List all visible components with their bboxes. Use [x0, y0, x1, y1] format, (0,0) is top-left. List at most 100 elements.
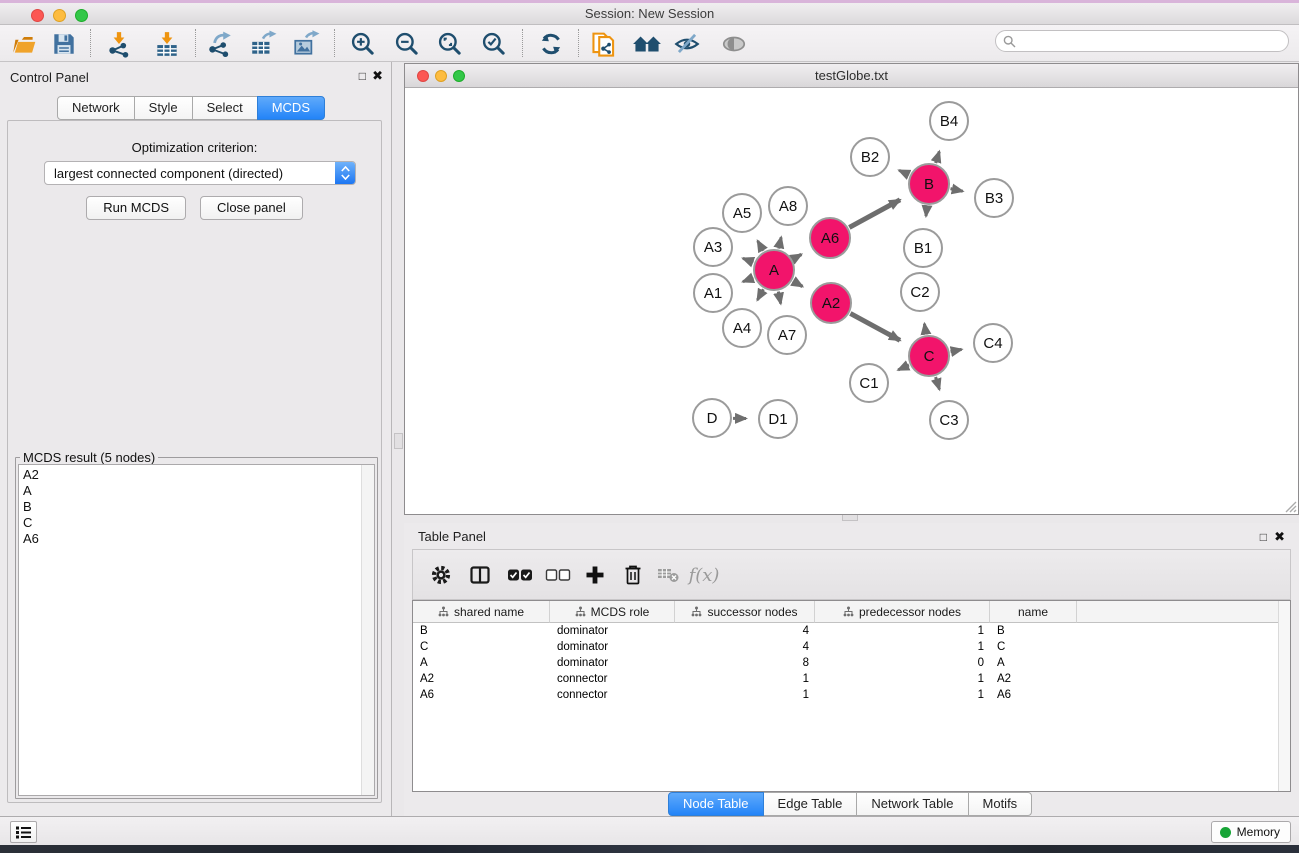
mcds-result-item[interactable]: C: [19, 515, 374, 531]
column-header-shared-name[interactable]: shared name: [413, 601, 550, 623]
table-scrollbar[interactable]: [1278, 601, 1290, 791]
node-A2[interactable]: A2: [811, 283, 851, 323]
node-B[interactable]: B: [909, 164, 949, 204]
export-network-icon[interactable]: [204, 28, 236, 60]
table-row[interactable]: Adominator80A: [413, 655, 1290, 671]
edge-A-A7[interactable]: [778, 292, 780, 304]
node-B1[interactable]: B1: [904, 229, 942, 267]
import-table-icon[interactable]: [151, 28, 183, 60]
node-A1[interactable]: A1: [694, 274, 732, 312]
edge-A-A3[interactable]: [743, 258, 753, 262]
edge-B-B2[interactable]: [899, 170, 909, 175]
zoom-selected-icon[interactable]: [478, 28, 510, 60]
zoom-in-icon[interactable]: [347, 28, 379, 60]
window-resize-grip[interactable]: [1283, 499, 1297, 513]
table-row[interactable]: A2connector11A2: [413, 671, 1290, 687]
node-A6[interactable]: A6: [810, 218, 850, 258]
tab-edge-table[interactable]: Edge Table: [763, 792, 858, 816]
mcds-result-item[interactable]: A: [19, 483, 374, 499]
mcds-result-item[interactable]: A6: [19, 531, 374, 547]
tab-node-table[interactable]: Node Table: [668, 792, 764, 816]
edge-A-A6[interactable]: [793, 254, 801, 259]
column-header-name[interactable]: name: [990, 601, 1077, 623]
zoom-fit-icon[interactable]: [434, 28, 466, 60]
node-B3[interactable]: B3: [975, 179, 1013, 217]
table-row[interactable]: A6connector11A6: [413, 687, 1290, 703]
node-B2[interactable]: B2: [851, 138, 889, 176]
table-row[interactable]: Bdominator41B: [413, 623, 1290, 639]
tab-motifs[interactable]: Motifs: [968, 792, 1033, 816]
hide-graphics-details-icon[interactable]: [671, 28, 703, 60]
edge-A6-B[interactable]: [849, 200, 900, 228]
node-D1[interactable]: D1: [759, 400, 797, 438]
node-A3[interactable]: A3: [694, 228, 732, 266]
edge-A-A8[interactable]: [779, 237, 781, 248]
edge-A-A4[interactable]: [757, 289, 763, 300]
mcds-result-item[interactable]: B: [19, 499, 374, 515]
node-C1[interactable]: C1: [850, 364, 888, 402]
table-close-panel-icon[interactable]: ✖: [1274, 529, 1285, 545]
mcds-result-list[interactable]: A2ABCA6: [18, 464, 375, 796]
column-header-mcds-role[interactable]: MCDS role: [550, 601, 675, 623]
tab-select[interactable]: Select: [192, 96, 258, 120]
edge-C-C1[interactable]: [898, 365, 909, 370]
edge-A-A2[interactable]: [793, 281, 802, 286]
node-C3[interactable]: C3: [930, 401, 968, 439]
deselect-all-checkboxes-icon[interactable]: [543, 560, 573, 590]
node-A7[interactable]: A7: [768, 316, 806, 354]
memory-button[interactable]: Memory: [1211, 821, 1291, 843]
run-mcds-button[interactable]: Run MCDS: [86, 196, 186, 220]
save-session-icon[interactable]: [48, 28, 80, 60]
clone-network-icon[interactable]: [589, 28, 621, 60]
node-A4[interactable]: A4: [723, 309, 761, 347]
column-header-successor-nodes[interactable]: successor nodes: [675, 601, 815, 623]
table-float-panel-icon[interactable]: □: [1260, 530, 1267, 544]
node-table[interactable]: shared nameMCDS rolesuccessor nodesprede…: [412, 600, 1291, 792]
float-panel-icon[interactable]: □: [359, 69, 366, 83]
edge-C-C2[interactable]: [924, 324, 925, 335]
delete-column-icon[interactable]: [618, 560, 648, 590]
import-network-icon[interactable]: [103, 28, 135, 60]
open-session-icon[interactable]: [8, 28, 40, 60]
edge-B-B4[interactable]: [936, 151, 940, 163]
edge-C-C3[interactable]: [936, 377, 940, 389]
mcds-result-scrollbar[interactable]: [361, 465, 374, 795]
network-graph[interactable]: B4 B2 B B3 A8A5 A6 A3 B1 A A1 C2 A2 A4A7 C4 C C1 D D1 C3: [405, 88, 1298, 514]
column-view-icon[interactable]: [465, 560, 495, 590]
edge-B-B3[interactable]: [951, 189, 963, 192]
zoom-out-icon[interactable]: [391, 28, 423, 60]
function-builder-icon[interactable]: f(x): [689, 560, 719, 590]
edge-B-B1[interactable]: [926, 206, 927, 216]
tab-style[interactable]: Style: [134, 96, 193, 120]
task-history-button[interactable]: [10, 821, 37, 843]
home-view-icon[interactable]: [631, 28, 663, 60]
vertical-split-divider[interactable]: [394, 433, 403, 449]
tab-mcds[interactable]: MCDS: [257, 96, 325, 120]
node-C2[interactable]: C2: [901, 273, 939, 311]
select-all-checkboxes-icon[interactable]: [505, 560, 535, 590]
tab-network[interactable]: Network: [57, 96, 135, 120]
close-panel-icon[interactable]: ✖: [372, 68, 383, 84]
settings-gear-icon[interactable]: [426, 560, 456, 590]
mcds-result-item[interactable]: A2: [19, 467, 374, 483]
edge-C-C4[interactable]: [951, 349, 962, 351]
node-B4[interactable]: B4: [930, 102, 968, 140]
node-A5[interactable]: A5: [723, 194, 761, 232]
node-D[interactable]: D: [693, 399, 731, 437]
refresh-icon[interactable]: [535, 28, 567, 60]
criterion-select[interactable]: largest connected component (directed): [44, 161, 356, 185]
network-canvas[interactable]: B4 B2 B B3 A8A5 A6 A3 B1 A A1 C2 A2 A4A7 C4 C C1 D D1 C3: [405, 88, 1298, 514]
delete-table-icon[interactable]: [653, 560, 683, 590]
node-C4[interactable]: C4: [974, 324, 1012, 362]
node-A[interactable]: A: [754, 250, 794, 290]
show-graphics-details-icon[interactable]: [718, 28, 750, 60]
node-A8[interactable]: A8: [769, 187, 807, 225]
table-row[interactable]: Cdominator41C: [413, 639, 1290, 655]
export-table-icon[interactable]: [247, 28, 279, 60]
search-input[interactable]: [995, 30, 1289, 52]
edge-A2-C[interactable]: [850, 313, 900, 340]
export-image-icon[interactable]: [290, 28, 322, 60]
node-C[interactable]: C: [909, 336, 949, 376]
tab-network-table[interactable]: Network Table: [856, 792, 968, 816]
close-panel-button[interactable]: Close panel: [200, 196, 303, 220]
